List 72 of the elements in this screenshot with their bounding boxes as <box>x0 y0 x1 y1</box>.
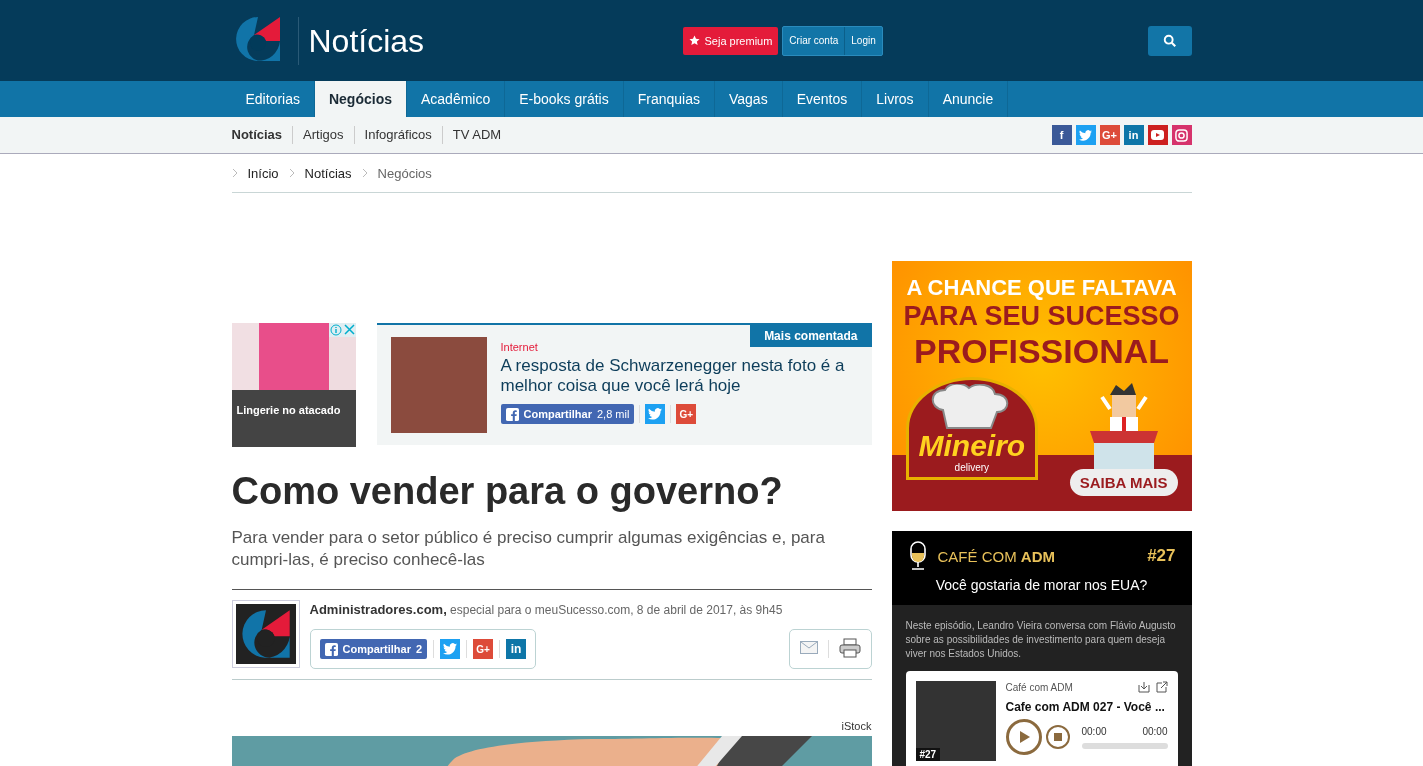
sub-nav-link[interactable]: Notícias <box>231 126 293 144</box>
episode-description: Neste episódio, Leandro Vieira conversa com Flávio Augusto sobre as possibilidades de investimento para quem deseja viver nos Estados Unidos. <box>905 619 1177 661</box>
google-plus-share-button[interactable]: G+ <box>676 404 697 424</box>
facebook-icon <box>505 407 519 421</box>
breadcrumb-link[interactable]: Início <box>247 165 279 181</box>
chevron-icon <box>288 168 295 178</box>
channel-name[interactable]: Café com ADM <box>1005 681 1132 693</box>
twitter-share-button[interactable] <box>440 639 461 659</box>
gplus-icon[interactable]: G+ <box>1099 125 1120 145</box>
breadcrumb-link[interactable]: Negócios <box>377 165 432 181</box>
stop-icon <box>1053 733 1062 741</box>
elapsed-time: 00:00 <box>1081 725 1107 737</box>
article-subtitle: Para vender para o setor público é preciso cumprir algumas exigências e, para cumpri-las, é preciso conhecê-las <box>231 527 826 571</box>
sub-nav-link[interactable]: Infográficos <box>353 126 442 144</box>
headline-link[interactable]: A resposta de Schwarzenegger nesta foto é a melhor coisa que você lerá hoje <box>500 356 858 396</box>
sub-nav-link[interactable]: Artigos <box>292 126 354 144</box>
cover-number: #27 <box>915 748 941 761</box>
total-time: 00:00 <box>1142 725 1168 737</box>
brand-tagline: delivery <box>954 462 990 473</box>
chevron-icon <box>231 168 238 178</box>
episode-name: Cafe com ADM 027 - Você ... <box>1005 700 1166 714</box>
nav-tab[interactable]: Negócios <box>314 81 407 117</box>
article-title: Como vender para o governo? <box>231 469 784 513</box>
ad-headline: PARA SEU SUCESSO <box>903 301 1180 332</box>
premium-button[interactable]: Seja premium <box>682 26 779 55</box>
episode-title: Você gostaria de morar nos EUA? <box>934 577 1149 593</box>
ad-caption: Lingerie no atacado <box>235 403 342 416</box>
youtube-icon[interactable] <box>1147 125 1168 145</box>
ad-headline: PROFISSIONAL <box>914 332 1169 371</box>
play-icon <box>1019 730 1031 744</box>
bird-icon <box>648 408 663 420</box>
facebook-icon[interactable]: f <box>1051 125 1072 145</box>
google-plus-share-button[interactable]: G+ <box>473 639 494 659</box>
linkedin-share-button[interactable]: in <box>506 639 527 659</box>
printer-icon <box>838 637 861 658</box>
play-button[interactable] <box>1005 719 1042 755</box>
article-byline: Administradores.com, especial para o meuSucesso.com, 8 de abril de 2017, às 9h45 <box>309 602 784 617</box>
stop-button[interactable] <box>1045 725 1070 749</box>
breadcrumb-link[interactable]: Notícias <box>304 165 352 181</box>
learn-more-button[interactable]: SAIBA MAIS <box>1069 469 1178 496</box>
linkedin-icon[interactable]: in <box>1123 125 1144 145</box>
facebook-icon <box>324 642 338 656</box>
facebook-share-button[interactable]: Compartilhar 2,8 mil <box>500 404 635 424</box>
twitter-icon[interactable] <box>1075 125 1096 145</box>
author-logo[interactable] <box>231 600 300 668</box>
ad-headline: A CHANCE QUE FALTAVA <box>906 275 1177 301</box>
download-icon[interactable] <box>1137 681 1150 693</box>
most-commented-badge: Mais comentada <box>750 325 872 347</box>
ad-banner[interactable]: A CHANCE QUE FALTAVA PARA SEU SUCESSO PROFISSIONAL Mineiro delivery SAIBA MAIS <box>891 261 1192 511</box>
facebook-share-button[interactable]: Compartilhar 2 <box>319 639 428 659</box>
share-icon[interactable] <box>1155 681 1168 693</box>
bird-icon <box>443 643 458 655</box>
chevron-icon <box>361 168 368 178</box>
podcast-name: CAFÉ COM ADM <box>937 547 1056 565</box>
category-label[interactable]: Internet <box>500 341 538 353</box>
microphone-icon <box>907 541 928 571</box>
brand-name: Mineiro <box>918 430 1026 462</box>
twitter-share-button[interactable] <box>645 404 666 424</box>
ad-card[interactable]: Lingerie no atacado <box>231 323 356 447</box>
sub-nav-link[interactable]: TV ADM <box>441 126 512 144</box>
instagram-icon[interactable] <box>1171 125 1192 145</box>
close-icon[interactable] <box>343 324 355 335</box>
site-title[interactable]: Notícias <box>297 16 425 65</box>
envelope-icon <box>799 641 818 654</box>
account-button[interactable]: Criar conta <box>783 26 845 55</box>
star-icon <box>688 35 700 46</box>
progress-track[interactable] <box>1081 742 1168 749</box>
image-credit: iStock <box>840 720 872 732</box>
account-button[interactable]: Login <box>844 26 882 55</box>
search-button[interactable] <box>1147 25 1192 56</box>
search-icon <box>1162 33 1177 48</box>
episode-number: #27 <box>1147 546 1176 566</box>
